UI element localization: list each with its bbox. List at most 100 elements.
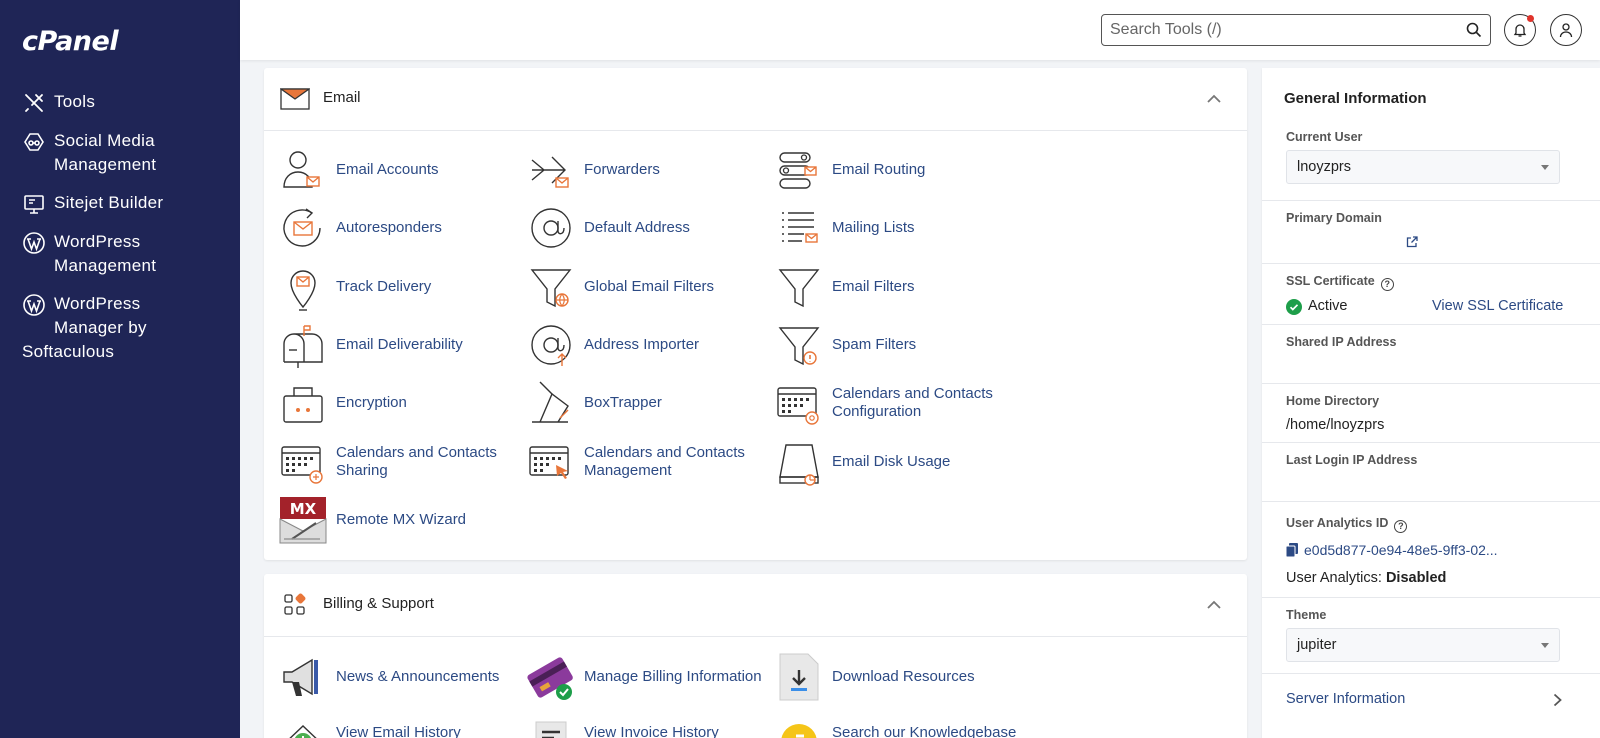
search-input[interactable]	[1110, 15, 1460, 45]
tool-label: Mailing Lists	[832, 219, 915, 237]
tool-item[interactable]: Download Resources	[774, 652, 1022, 702]
tool-item[interactable]: Autoresponders	[278, 203, 526, 253]
tool-item[interactable]: Encryption	[278, 378, 526, 428]
tool-item[interactable]: Email Disk Usage	[774, 437, 1022, 487]
knowledgebase-icon	[781, 724, 817, 738]
tool-label: Email Deliverability	[336, 335, 463, 353]
last-login-label: Last Login IP Address	[1286, 453, 1418, 467]
server-info-row[interactable]: Server Information	[1262, 674, 1600, 726]
tool-item[interactable]: Forwarders	[526, 145, 774, 195]
chevron-up-icon[interactable]	[1207, 94, 1221, 103]
sidebar-item-label: Management	[54, 155, 157, 174]
tool-item[interactable]: BoxTrapper	[526, 378, 774, 428]
sidebar-item-sitejet[interactable]: Sitejet Builder	[0, 191, 240, 216]
theme-select[interactable]: jupiter	[1286, 628, 1560, 662]
mailbox-icon	[283, 325, 323, 368]
tool-item[interactable]: Search our Knowledgebase	[774, 708, 1022, 738]
sidebar-item-label: Softaculous	[22, 342, 115, 361]
notifications-button[interactable]	[1504, 14, 1536, 46]
home-dir-label: Home Directory	[1286, 394, 1380, 408]
current-user-select[interactable]: lnoyzprs	[1286, 150, 1560, 184]
email-section-header[interactable]: Email	[264, 68, 1247, 131]
tool-item[interactable]: Email Deliverability	[278, 320, 526, 370]
sidebar-item-social-media[interactable]: Social Media Management	[0, 129, 240, 177]
theme-section: Theme jupiter	[1262, 598, 1600, 674]
sidebar-item-label: WordPress	[54, 294, 141, 313]
svg-text:MX: MX	[290, 500, 317, 518]
shared-ip-label: Shared IP Address	[1286, 335, 1397, 349]
tool-label: BoxTrapper	[584, 394, 662, 412]
tool-item[interactable]: Calendars and Contacts Management	[526, 437, 774, 487]
tools-icon	[25, 94, 43, 112]
current-user-section: Current User lnoyzprs	[1262, 120, 1600, 201]
sidebar-item-tools[interactable]: Tools	[0, 90, 240, 115]
billing-section-header[interactable]: Billing & Support	[264, 574, 1247, 637]
check-circle-icon	[1286, 299, 1302, 315]
help-icon[interactable]: ?	[1394, 520, 1408, 533]
tool-item[interactable]: Address Importer	[526, 320, 774, 370]
tool-label: Forwarders	[584, 161, 660, 178]
tool-item[interactable]: Calendars and Contacts Sharing	[278, 437, 526, 487]
tool-item[interactable]: Global Email Filters	[526, 262, 774, 312]
wordpress-icon	[23, 232, 45, 254]
tool-item[interactable]: View Invoice History	[526, 708, 774, 738]
home-dir-value: /home/lnoyzprs	[1286, 417, 1385, 433]
view-ssl-link[interactable]: View SSL Certificate	[1432, 298, 1563, 314]
section-title: Email	[323, 89, 361, 106]
analytics-id-value[interactable]: e0d5d877-0e94-48e5-9ff3-02...	[1304, 542, 1498, 558]
primary-domain-label: Primary Domain	[1286, 211, 1382, 225]
funnel-icon	[778, 268, 820, 307]
tool-item[interactable]: Calendars and Contacts Configuration	[774, 378, 1022, 428]
mailing-lists-icon	[782, 212, 818, 243]
tool-label: Calendars and Contacts Configuration	[832, 385, 993, 421]
tool-item[interactable]: Manage Billing Information	[526, 652, 774, 702]
analytics-status: Disabled	[1385, 570, 1447, 586]
cpanel-logo[interactable]: cPanel	[22, 26, 119, 57]
calendar-at-icon	[777, 387, 819, 425]
calendar-share-icon	[281, 445, 323, 484]
tool-item[interactable]: Email Filters	[774, 262, 1022, 312]
tool-label: Default Address	[584, 219, 690, 237]
theme-value: jupiter	[1297, 637, 1337, 653]
tool-item[interactable]: Track Delivery	[278, 262, 526, 312]
general-info-panel: General Information Current User lnoyzpr…	[1262, 68, 1600, 738]
server-info-label: Server Information	[1286, 691, 1406, 707]
tool-item[interactable]: MX Remote MX Wizard	[278, 494, 526, 545]
invoice-icon	[535, 721, 567, 738]
tool-label: Manage Billing Information	[584, 668, 762, 685]
ssl-status: Active	[1308, 298, 1348, 314]
help-icon[interactable]: ?	[1380, 278, 1394, 291]
tool-label: Email Filters	[832, 277, 915, 295]
sidebar-item-label: WordPress	[54, 232, 141, 251]
ssl-section: SSL Certificate? Active View SSL Certifi…	[1262, 264, 1600, 325]
tool-item[interactable]: Mailing Lists	[774, 203, 1022, 253]
search-icon[interactable]	[1466, 22, 1482, 38]
copy-icon[interactable]	[1286, 543, 1298, 557]
sidebar-item-wordpress-management[interactable]: WordPress Management	[0, 230, 240, 278]
tool-item[interactable]: Email Accounts	[278, 145, 526, 195]
current-user-label: Current User	[1286, 130, 1363, 144]
analytics-section: User Analytics ID? e0d5d877-0e94-48e5-9f…	[1262, 502, 1600, 598]
sidebar-item-wordpress-softaculous[interactable]: WordPress Manager by Softaculous	[0, 292, 240, 364]
analytics-status-line: User Analytics: Disabled	[1286, 570, 1447, 586]
caret-down-icon	[1541, 643, 1549, 648]
tool-item[interactable]: Email Routing	[774, 145, 1022, 195]
grid-icon	[284, 593, 306, 615]
tool-label: Track Delivery	[336, 277, 432, 295]
home-dir-section: Home Directory /home/lnoyzprs	[1262, 384, 1600, 443]
tool-label: Email Disk Usage	[832, 452, 951, 470]
tool-item[interactable]: News & Announcements	[278, 652, 526, 702]
tool-item[interactable]: Spam Filters	[774, 320, 1022, 370]
tool-item[interactable]: View Email History	[278, 708, 526, 738]
tool-label: Calendars and Contacts Management	[584, 443, 745, 479]
at-import-icon	[531, 325, 571, 366]
email-history-icon	[289, 725, 317, 738]
sitejet-icon	[24, 195, 44, 214]
tool-label: Autoresponders	[336, 219, 442, 237]
tool-item[interactable]: Default Address	[526, 203, 774, 253]
user-menu-button[interactable]	[1550, 14, 1582, 46]
social-media-icon	[24, 133, 44, 151]
autoresponders-icon	[283, 208, 321, 247]
external-link-icon[interactable]	[1406, 236, 1418, 248]
chevron-up-icon[interactable]	[1207, 600, 1221, 609]
